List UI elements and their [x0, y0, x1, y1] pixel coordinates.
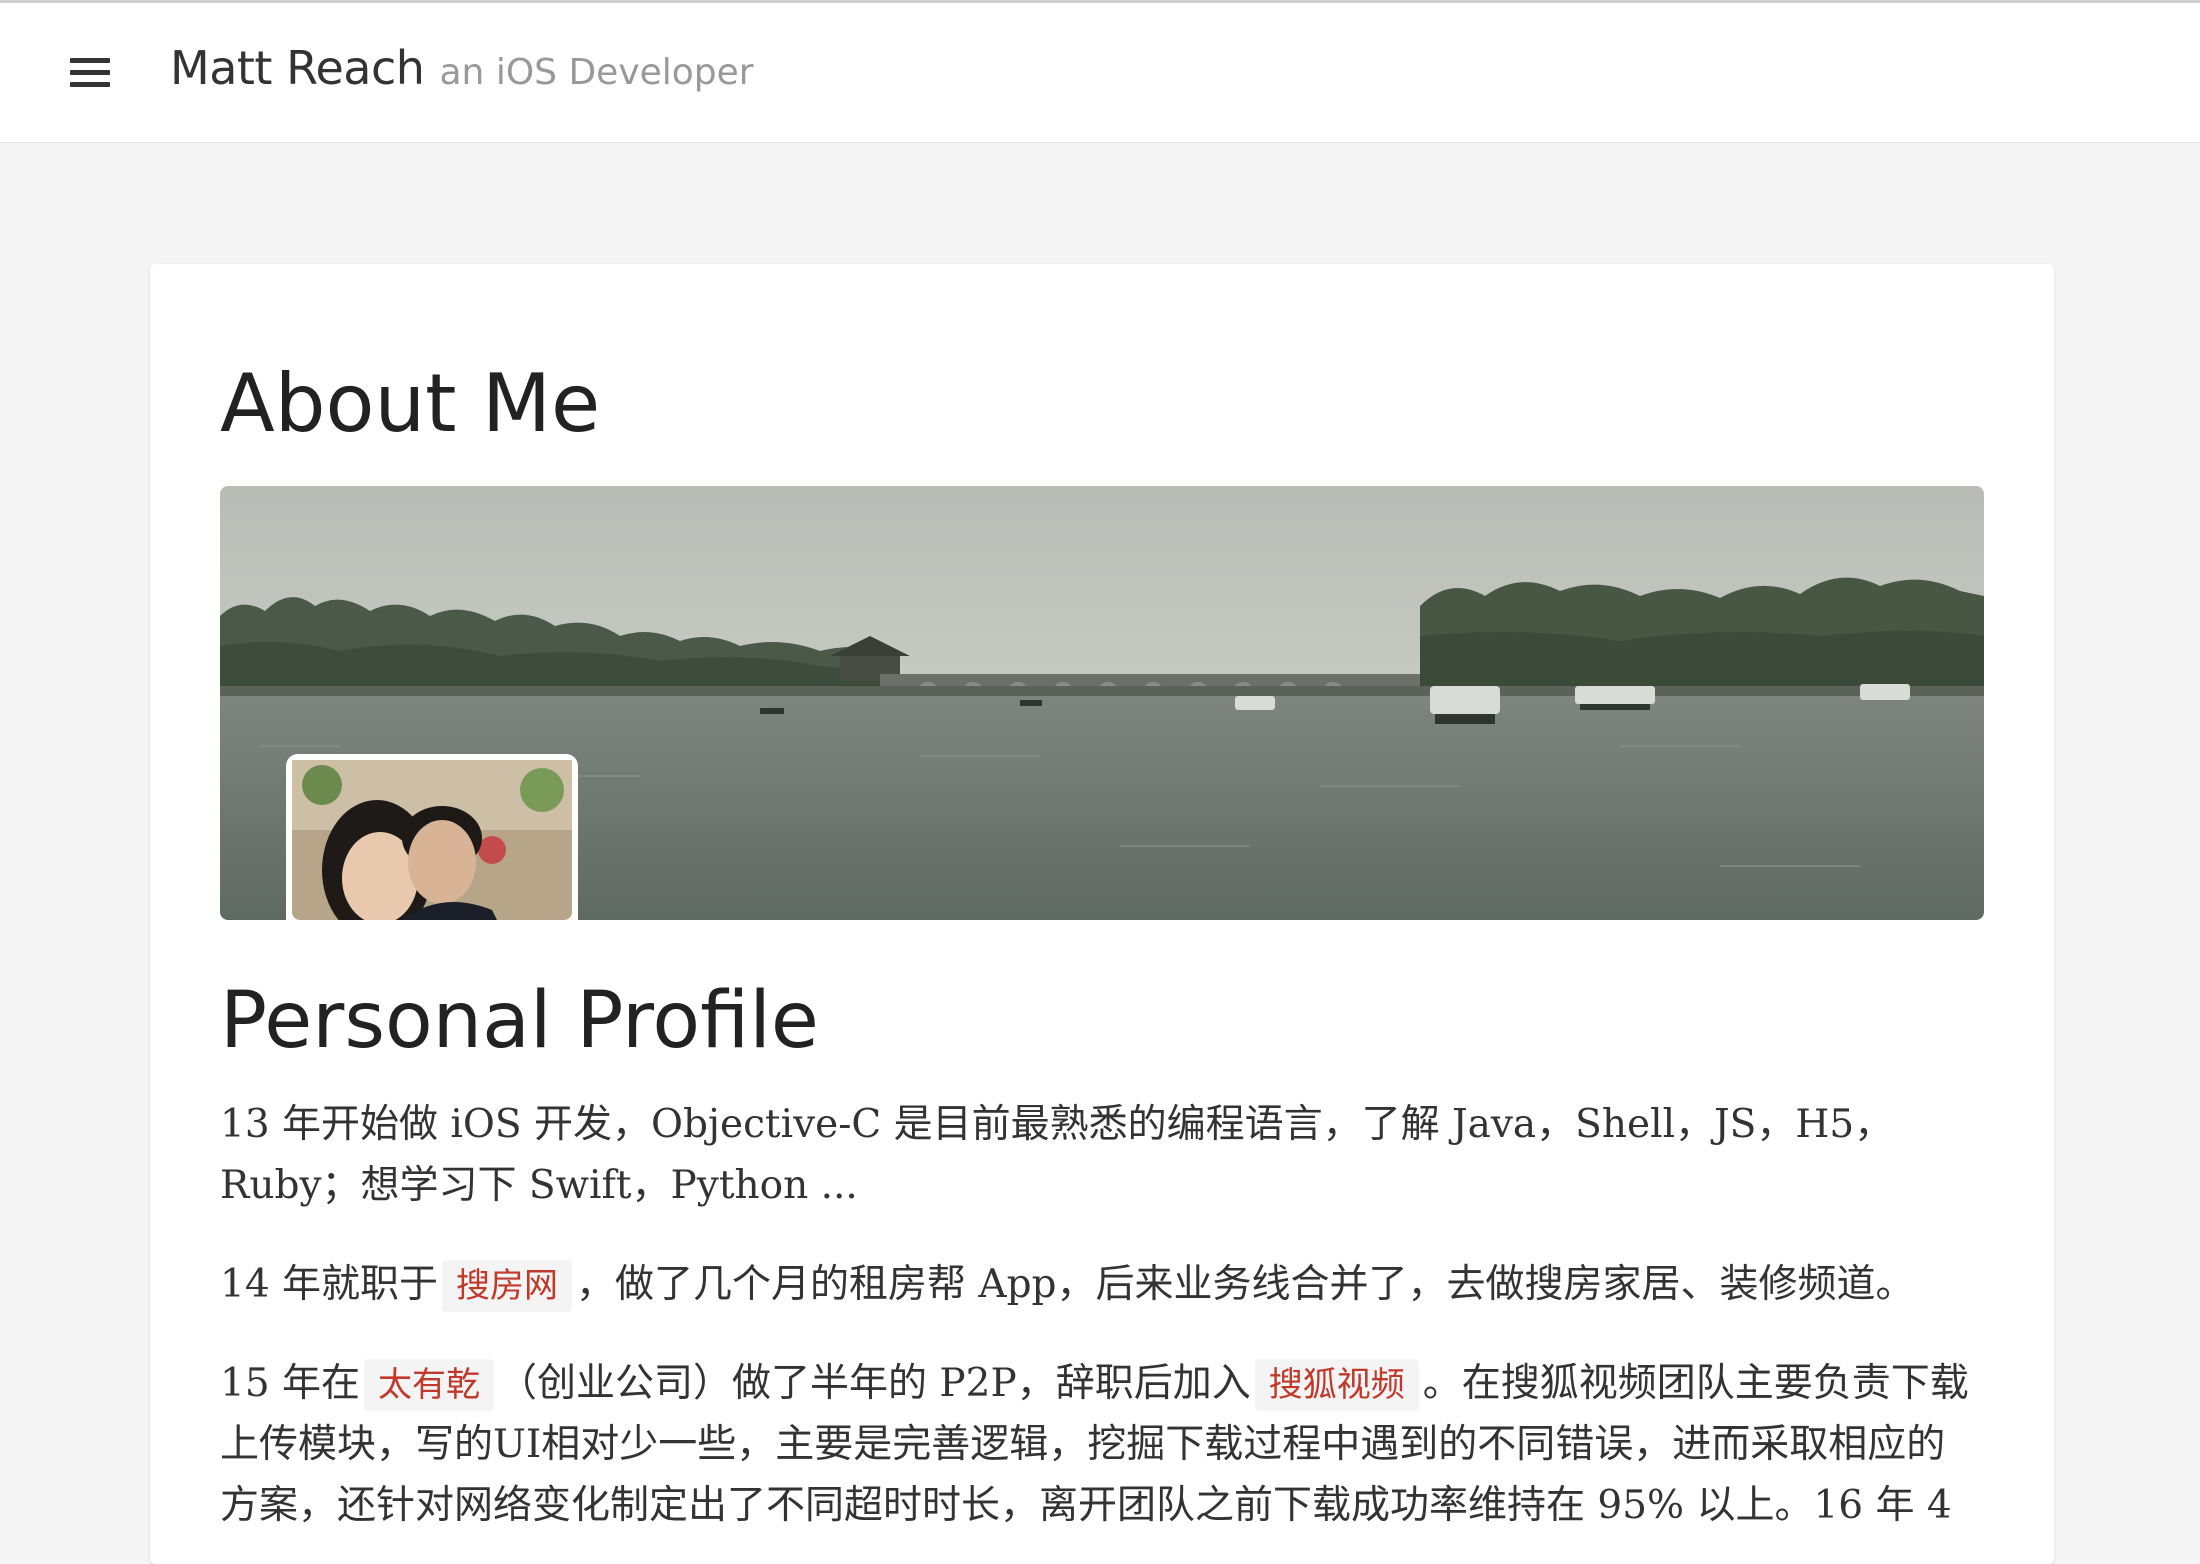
sohu-video-link[interactable]: 搜狐视频 [1254, 1359, 1419, 1411]
paragraph-text: ，做了几个月的租房帮 App，后来业务线合并了，去做搜房家居、装修频道。 [576, 1262, 1915, 1307]
page-title: About Me [220, 357, 601, 450]
section-heading-personal-profile: Personal Profile [220, 976, 819, 1066]
profile-paragraph-2: 14 年就职于 搜房网 ，做了几个月的租房帮 App，后来业务线合并了，去做搜房家居… [220, 1254, 1984, 1315]
site-brand[interactable]: Matt Reach an iOS Developer [170, 41, 754, 95]
site-title[interactable]: Matt Reach [170, 41, 425, 95]
site-header: Matt Reach an iOS Developer [0, 3, 2200, 143]
paragraph-text: （创业公司）做了半年的 P2P，辞职后加入 [498, 1361, 1251, 1406]
paragraph-text: 14 年就职于 [220, 1262, 439, 1307]
taiyouqian-link[interactable]: 太有乾 [364, 1359, 495, 1411]
paragraph-text: 15 年在 [220, 1361, 361, 1406]
profile-content: 13 年开始做 iOS 开发，Objective-C 是目前最熟悉的编程语言，了… [220, 1094, 1984, 1564]
sofang-link[interactable]: 搜房网 [442, 1260, 573, 1312]
avatar [286, 754, 578, 920]
profile-paragraph-3: 15 年在 太有乾 （创业公司）做了半年的 P2P，辞职后加入 搜狐视频 。在搜狐视频团… [220, 1353, 1984, 1536]
site-subtitle: an iOS Developer [439, 52, 754, 93]
hamburger-icon[interactable] [70, 58, 110, 88]
profile-paragraph-1: 13 年开始做 iOS 开发，Objective-C 是目前最熟悉的编程语言，了… [220, 1102, 1894, 1208]
content-card: About Me Personal Profile 13 年开始做 iOS 开发… [150, 264, 2054, 1564]
